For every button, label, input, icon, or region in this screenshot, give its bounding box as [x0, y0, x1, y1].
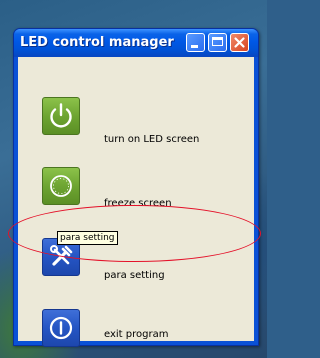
exit-program-button[interactable]	[42, 309, 80, 347]
power-icon	[50, 103, 72, 128]
freeze-icon	[50, 175, 72, 197]
turn-on-led-label[interactable]: turn on LED screen	[104, 134, 199, 145]
maximize-button[interactable]	[208, 33, 227, 52]
tooltip: para setting	[57, 231, 118, 245]
minimize-button[interactable]	[186, 33, 205, 52]
turn-on-led-button[interactable]	[42, 97, 80, 135]
para-setting-label[interactable]: para setting	[104, 270, 165, 281]
window-title: LED control manager	[20, 35, 174, 50]
window-client-area: turn on LED screen freeze screen para se…	[18, 57, 254, 347]
title-bar[interactable]: LED control manager	[14, 29, 258, 57]
freeze-screen-button[interactable]	[42, 167, 80, 205]
exit-icon	[49, 316, 73, 340]
annotation-ellipse	[8, 205, 261, 262]
app-window: LED control manager turn on LED screen f…	[13, 28, 259, 347]
close-icon	[234, 37, 245, 48]
minimize-icon	[191, 45, 198, 48]
close-button[interactable]	[230, 33, 249, 52]
maximize-icon	[212, 37, 223, 46]
exit-program-label[interactable]: exit program	[104, 329, 168, 340]
